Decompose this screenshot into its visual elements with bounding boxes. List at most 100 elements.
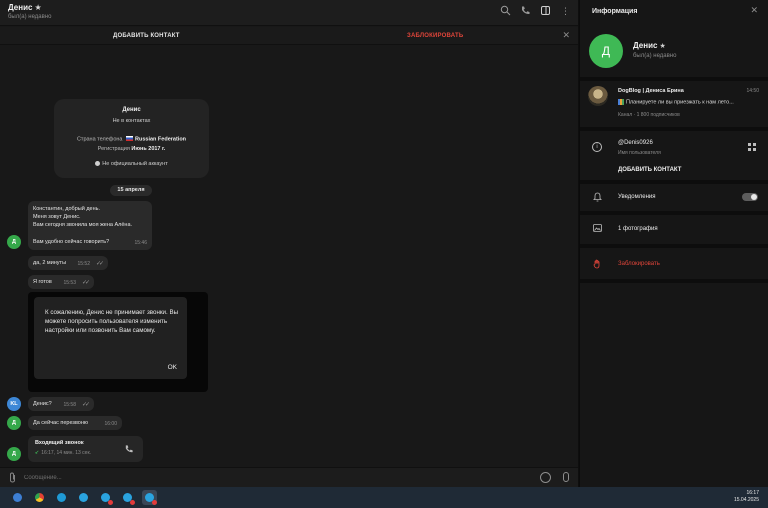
message-text: Я готов	[33, 279, 52, 285]
microphone-icon[interactable]	[563, 472, 569, 482]
date-separator: 15 апреля	[110, 185, 152, 196]
notifications-toggle[interactable]	[742, 193, 758, 201]
avatar[interactable]: Д	[7, 235, 21, 249]
panel-title: Информация	[592, 8, 638, 15]
divider	[580, 244, 768, 248]
clock-time: 16:17	[746, 490, 759, 496]
info-card-name: Денис	[122, 107, 141, 113]
chat-status: был(а) недавно	[8, 14, 52, 20]
message-line: Вам сегодня звонила моя жена Алёна.	[33, 222, 133, 228]
more-icon[interactable]: ⋮	[559, 5, 572, 18]
message-text: Да сейчас перезвоню	[33, 420, 89, 426]
message-time: 15:46	[134, 240, 147, 246]
registration-label: Регистрация	[97, 146, 130, 152]
message-line: Константин, добрый день.	[33, 206, 101, 212]
message-bubble[interactable]: Да сейчас перезвоню 16:00	[28, 416, 122, 430]
avatar[interactable]: Д	[7, 416, 21, 430]
message-bubble[interactable]: Я готов 15:53 ✓✓	[28, 275, 94, 289]
telegram-active-icon[interactable]	[142, 490, 157, 505]
channel-avatar	[588, 86, 608, 106]
ok-button[interactable]: OK	[168, 364, 177, 371]
chart-emoji-icon	[618, 99, 624, 105]
profile-status: был(а) недавно	[633, 53, 677, 59]
message-bubble[interactable]: Константин, добрый день. Меня зовут Дени…	[28, 201, 152, 250]
telegram-icon[interactable]	[120, 490, 135, 505]
calls-restricted-dialog: К сожалению, Денис не принимает звонки. …	[34, 297, 187, 379]
avatar[interactable]: Д	[7, 447, 21, 461]
telegram-icon[interactable]	[98, 490, 113, 505]
registration-row: Регистрация Июнь 2017 г.	[54, 146, 209, 152]
channel-meta: Канал · 1 800 подписчиков	[618, 112, 680, 118]
call-title: Входящий звонок	[35, 440, 84, 446]
username-label: Имя пользователя	[618, 150, 661, 156]
incoming-arrow-icon: ↙	[35, 450, 40, 456]
call-details-text: 16:17, 14 мин. 13 сек.	[41, 450, 92, 456]
os-taskbar: 16:17 15.04.2025	[0, 487, 768, 508]
notifications-label: Уведомления	[618, 194, 656, 200]
chrome-icon[interactable]	[32, 490, 47, 505]
star-icon: ★	[659, 43, 666, 50]
system-clock[interactable]: 16:17 15.04.2025	[734, 490, 759, 504]
emoji-icon[interactable]	[540, 472, 551, 483]
contact-info-card: Денис Не в контактах Страна телефона Rus…	[54, 99, 209, 178]
channel-last-message-text: Планируете ли вы приезжать к нам лето...	[626, 99, 734, 106]
divider	[580, 127, 768, 131]
clock-date: 15.04.2025	[733, 497, 759, 503]
message-input[interactable]	[24, 471, 504, 485]
message-time: 15:58	[63, 402, 76, 408]
chat-title-text: Денис	[8, 3, 33, 12]
attach-icon[interactable]	[8, 472, 17, 485]
info-icon	[95, 161, 101, 167]
divider	[580, 180, 768, 184]
add-contact-button[interactable]: ДОБАВИТЬ КОНТАКТ	[113, 33, 180, 39]
phone-country-value: Russian Federation	[135, 136, 187, 143]
channel-time: 14:50	[746, 88, 759, 94]
search-icon[interactable]	[499, 5, 512, 18]
channel-last-message: Планируете ли вы приезжать к нам лето...	[618, 99, 734, 105]
close-icon[interactable]: ✕	[750, 5, 758, 16]
call-bubble[interactable]: Входящий звонок ↙ 16:17, 14 мин. 13 сек.	[28, 436, 143, 462]
phone-country-label: Страна телефона	[76, 136, 123, 143]
photos-button[interactable]: 1 фотография	[618, 226, 658, 232]
channel-name: DogBlog | Дениса Ерина	[618, 88, 684, 94]
message-text: да, 2 минуты	[33, 260, 67, 266]
hand-block-icon	[592, 259, 602, 269]
chat-title[interactable]: Денис ★	[8, 3, 42, 12]
message-bubble[interactable]: да, 2 минуты 15:52 ✓✓	[28, 256, 108, 270]
phone-icon[interactable]	[519, 5, 532, 18]
block-button[interactable]: ЗАБЛОКИРОВАТЬ	[407, 33, 463, 39]
telegram-icon[interactable]	[76, 490, 91, 505]
chat-header[interactable]: Денис ★ был(а) недавно ⋮	[0, 0, 578, 26]
call-back-icon[interactable]	[124, 444, 134, 456]
divider	[580, 77, 768, 81]
header-actions: ⋮	[499, 5, 572, 18]
message-bubble[interactable]: Денис? 15:58 ✓✓	[28, 397, 94, 411]
widgets-icon[interactable]	[10, 490, 25, 505]
contact-action-bar: ДОБАВИТЬ КОНТАКТ ЗАБЛОКИРОВАТЬ ✕	[0, 27, 578, 45]
taskbar-apps	[10, 490, 157, 505]
profile-name-text: Денис	[633, 41, 658, 50]
chat-pane: Денис ★ был(а) недавно ⋮ ДОБАВИТЬ КОНТАКТ…	[0, 0, 578, 487]
flag-icon	[126, 136, 133, 141]
profile-name: Денис ★	[633, 41, 666, 50]
edge-icon[interactable]	[54, 490, 69, 505]
info-card-subtitle: Не в контактах	[112, 118, 151, 124]
panel-add-contact-button[interactable]: ДОБАВИТЬ КОНТАКТ	[618, 167, 681, 173]
message-time: 16:00	[104, 421, 117, 427]
dialog-message: К сожалению, Денис не принимает звонки. …	[45, 309, 179, 335]
call-details: ↙ 16:17, 14 мин. 13 сек.	[35, 450, 136, 456]
phone-country-row: Страна телефона Russian Federation	[54, 136, 209, 142]
message-time: 15:53	[63, 280, 76, 286]
read-checkmarks-icon: ✓✓	[81, 402, 90, 408]
avatar[interactable]: KL	[7, 397, 21, 411]
qr-code-icon[interactable]	[748, 143, 756, 151]
profile-avatar[interactable]: Д	[589, 34, 623, 68]
username-value[interactable]: @Denis0926	[618, 140, 653, 146]
sidebar-toggle-icon[interactable]	[539, 5, 552, 18]
close-icon[interactable]: ✕	[562, 30, 570, 41]
official-text: Не официальный аккаунт	[102, 161, 168, 167]
message-time: 15:52	[77, 261, 90, 267]
official-row: Не официальный аккаунт	[54, 161, 209, 167]
panel-block-button[interactable]: Заблокировать	[618, 261, 660, 267]
message-composer	[0, 467, 578, 487]
